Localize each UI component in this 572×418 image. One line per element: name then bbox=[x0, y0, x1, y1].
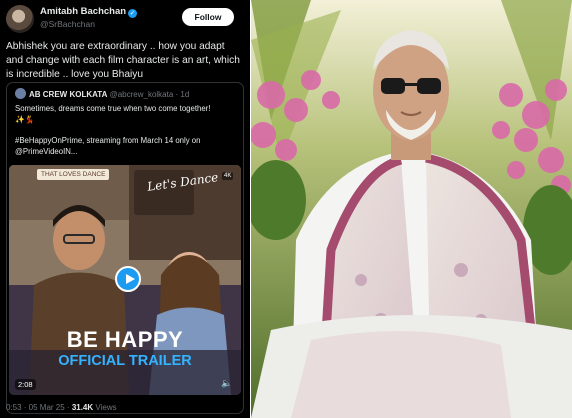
quote-line-2: ✨💃 bbox=[15, 115, 35, 124]
author-name[interactable]: Amitabh Bachchan bbox=[40, 6, 126, 17]
video-corner-tag: 4K bbox=[222, 172, 234, 180]
tweet-text: Abhishek you are extraordinary .. how yo… bbox=[6, 41, 240, 80]
tweet-header: Amitabh Bachchan ✓ @SrBachchan Follow bbox=[6, 5, 246, 33]
video-subtitle: OFFICIAL TRAILER bbox=[58, 353, 192, 369]
quote-line-1: Sometimes, dreams come true when two com… bbox=[15, 104, 211, 113]
views-count: 31.4K bbox=[71, 403, 94, 412]
quote-line-3: #BeHappyOnPrime, streaming from March 14… bbox=[15, 136, 201, 145]
meditating-man-photo bbox=[251, 0, 572, 418]
quote-author-name: AB CREW KOLKATA bbox=[29, 90, 108, 99]
avatar[interactable] bbox=[6, 5, 34, 33]
quote-header: AB CREW KOLKATA @abcrew_kolkata · 1d bbox=[15, 88, 189, 100]
tweet-card: Amitabh Bachchan ✓ @SrBachchan Follow Abh… bbox=[0, 0, 250, 418]
views-label: Views bbox=[93, 403, 117, 412]
tweet-footer: 0:53 · 05 Mar 25 · 31.4K Views bbox=[6, 403, 117, 412]
quote-line-4: @PrimeVideoIN... bbox=[15, 147, 78, 156]
quoted-tweet[interactable]: AB CREW KOLKATA @abcrew_kolkata · 1d Som… bbox=[6, 82, 244, 414]
verified-badge-icon: ✓ bbox=[128, 9, 138, 18]
speaker-icon[interactable]: 🔈 bbox=[221, 378, 232, 389]
play-icon[interactable] bbox=[115, 266, 141, 292]
video-duration: 2:08 bbox=[15, 379, 36, 390]
quote-meta: @abcrew_kolkata · 1d bbox=[109, 90, 190, 99]
follow-button[interactable]: Follow bbox=[182, 8, 234, 26]
photo-panel bbox=[251, 0, 572, 418]
video-sign-text: THAT LOVES DANCE bbox=[37, 169, 110, 180]
author-handle[interactable]: @SrBachchan bbox=[40, 19, 95, 29]
video-title: BE HAPPY bbox=[66, 327, 184, 352]
video-player[interactable]: THAT LOVES DANCE Let's Dance 4K BE HAPPY… bbox=[9, 165, 241, 395]
quote-avatar bbox=[15, 88, 26, 99]
tweet-timestamp[interactable]: 0:53 · 05 Mar 25 · bbox=[6, 403, 72, 412]
